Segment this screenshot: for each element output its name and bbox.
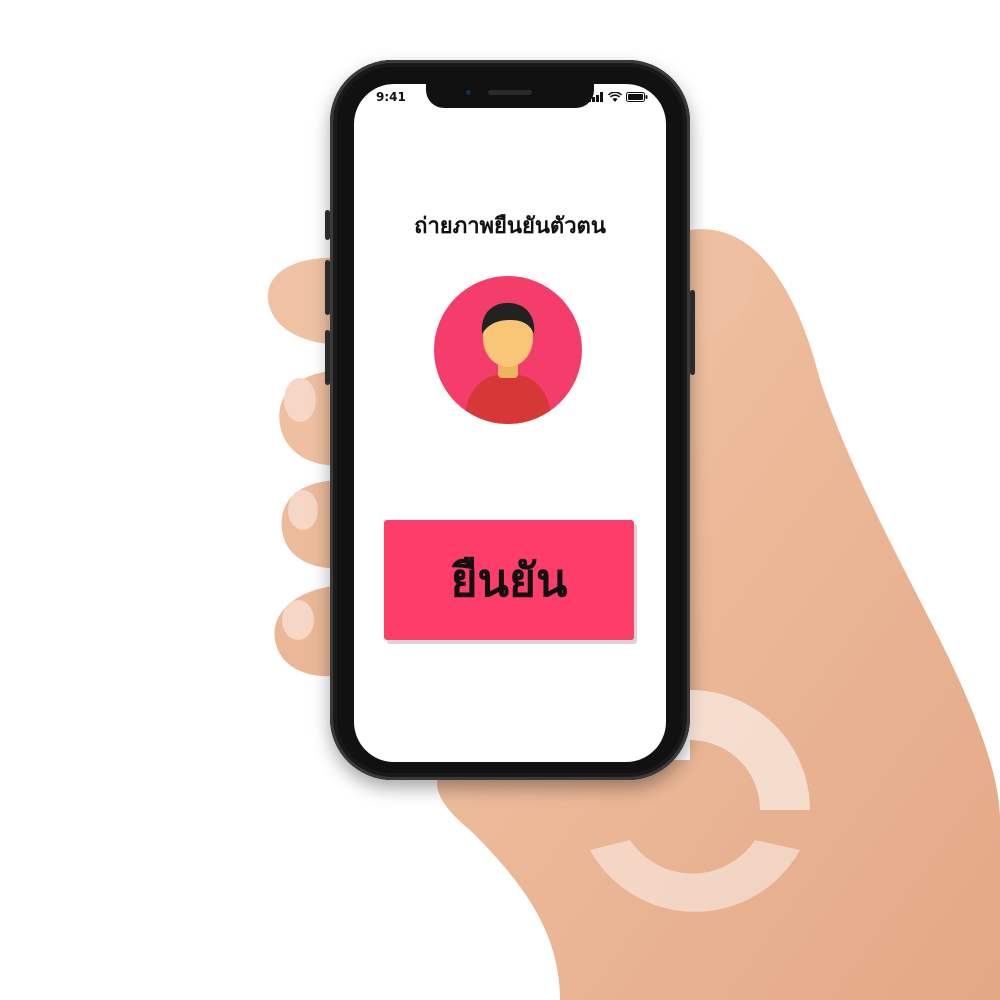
person-icon [464,302,552,424]
status-time: 9:41 [376,90,406,104]
signal-icon [588,92,603,102]
battery-icon [626,92,648,102]
volume-button [325,210,330,240]
wifi-icon [608,92,622,102]
notch [426,84,594,108]
power-button [690,290,695,375]
user-avatar-icon [434,276,582,424]
volume-down-button [325,330,330,385]
phone-device: 9:41 ถ่ายภาพยืนยันตัวตน ยืนยัน [325,60,695,780]
phone-screen: 9:41 ถ่ายภาพยืนยันตัวตน ยืนยัน [354,84,666,762]
scene: 9:41 ถ่ายภาพยืนยันตัวตน ยืนยัน [0,0,1000,1000]
confirm-button[interactable]: ยืนยัน [384,520,634,640]
page-title: ถ่ายภาพยืนยันตัวตน [414,214,606,239]
front-camera-icon [464,88,473,97]
speaker-grille [488,90,532,95]
volume-up-button [325,260,330,315]
status-icons [588,92,648,102]
